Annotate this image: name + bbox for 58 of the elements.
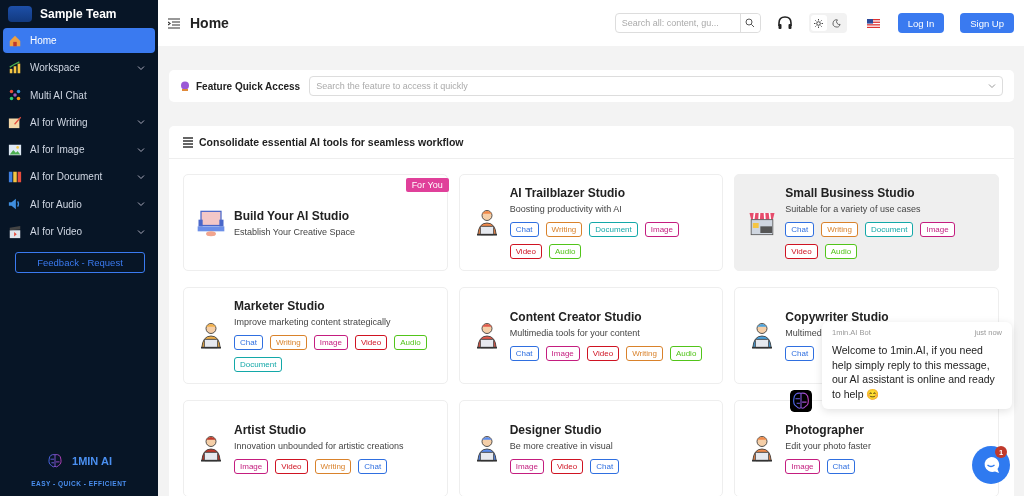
studio-description: Be more creative in visual [509, 441, 613, 451]
studio-name: Copywriter Studio [785, 310, 889, 324]
tag: Writing [545, 222, 583, 237]
chat-message: Welcome to 1min.AI, if you need help simply reply to this message, our AI assistant is online and ready to help 😊 [832, 343, 996, 401]
tag: Video [509, 244, 542, 259]
studio-description: Innovation unbounded for artistic creations [234, 441, 404, 451]
tag: Audio [549, 244, 582, 259]
quick-access-label: Feature Quick Access [196, 80, 301, 92]
tag: Image [920, 222, 955, 237]
tag: Video [275, 459, 308, 474]
tag: Chat [785, 222, 815, 237]
studio-name: Small Business Studio [785, 186, 915, 200]
tag: Chat [590, 459, 620, 474]
tag: Video [354, 335, 388, 350]
for-you-badge: For You [405, 178, 449, 192]
tag: Image [785, 459, 820, 474]
tag: Writing [626, 346, 663, 361]
studio-name: Artist Studio [234, 423, 306, 437]
tag: Audio [394, 335, 427, 350]
studio-description: Suitable for a variety of use cases [785, 204, 921, 214]
tag: Video [586, 346, 620, 361]
tag: Audio [824, 244, 858, 259]
tag: Video [550, 459, 584, 474]
tag: Chat [826, 459, 856, 474]
tag: Audio [669, 346, 703, 361]
studio-description: Multimed [785, 328, 822, 338]
brand-name: 1MIN AI [72, 455, 112, 467]
studio-name: AI Trailblazer Studio [509, 186, 625, 200]
studio-description: Multimedia tools for your content [509, 328, 640, 338]
page-title: Home [190, 15, 230, 31]
studio-name: Designer Studio [509, 423, 602, 437]
tag: Chat [234, 335, 263, 350]
studio-name: Marketer Studio [234, 299, 325, 313]
studio-description: Improve marketing content strategically [234, 317, 391, 327]
section-title: Consolidate essential AI tools for seamless workflow [199, 136, 464, 148]
studio-name: Photographer [785, 423, 864, 437]
tag: Writing [314, 459, 352, 474]
tag: Image [509, 459, 544, 474]
tag: Document [865, 222, 914, 237]
tag: Video [785, 244, 818, 259]
studio-description: Boosting productivity with AI [509, 204, 622, 214]
tag: Image [545, 346, 580, 361]
tag: Image [234, 459, 269, 474]
tag: Image [313, 335, 348, 350]
tag: Chat [358, 459, 388, 474]
tag: Chat [509, 346, 539, 361]
studio-description: Establish Your Creative Space [234, 226, 356, 237]
tag: Writing [821, 222, 858, 237]
tag: Image [644, 222, 679, 237]
team-name: Sample Team [40, 7, 117, 21]
studio-name: Build Your AI Studio [234, 208, 350, 223]
tag: Chat [509, 222, 539, 237]
studio-name: Content Creator Studio [509, 310, 642, 324]
tag: Chat [785, 346, 815, 361]
tag: Document [234, 357, 283, 372]
tag: Document [589, 222, 638, 237]
tag: Writing [269, 335, 307, 350]
studio-description: Edit your photo faster [785, 441, 871, 451]
